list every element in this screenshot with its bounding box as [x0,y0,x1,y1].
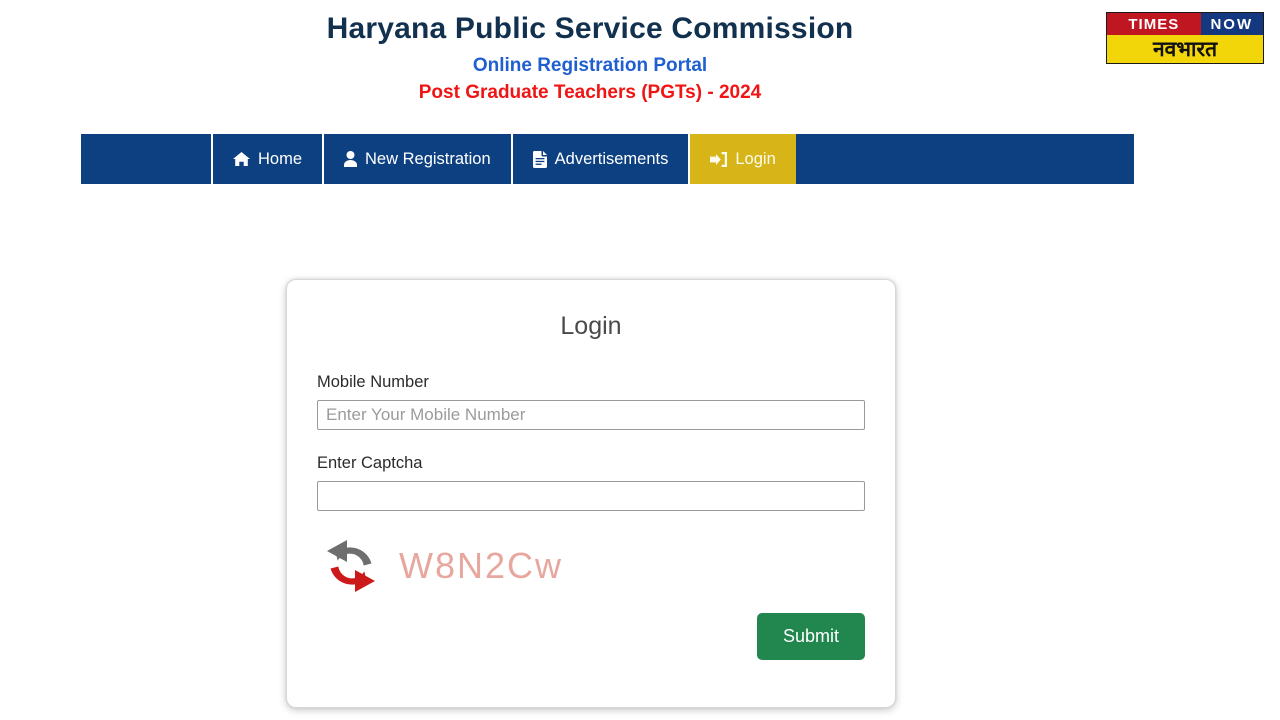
page-title: Haryana Public Service Commission [326,12,854,45]
captcha-code: W8N2Cw [399,545,564,586]
nav-item-home-label: Home [258,149,303,168]
submit-row: Submit [317,613,865,660]
refresh-icon[interactable] [317,538,385,594]
nav-item-home[interactable]: Home [211,134,322,184]
nav-left-spacer [81,134,211,184]
submit-button[interactable]: Submit [756,613,865,660]
mobile-number-input[interactable] [317,400,865,430]
nav-item-advertisements-label: Advertisements [554,149,669,168]
nav-item-login-label: Login [735,149,776,168]
mobile-number-label: Mobile Number [317,373,429,391]
home-icon [233,151,250,167]
page-header: Haryana Public Service Commission Online… [0,0,1280,125]
brand-logo: TIMES NOW नवभारत [1106,12,1264,64]
captcha-field-group: Enter Captcha [317,454,865,511]
brand-times-label: TIMES [1107,13,1201,35]
mobile-number-field-group: Mobile Number [317,373,865,430]
page-root: Haryana Public Service Commission Online… [0,0,1280,720]
nav-item-login[interactable]: Login [688,134,796,184]
captcha-label: Enter Captcha [317,454,423,472]
brand-logo-top: TIMES NOW [1107,13,1263,35]
brand-now-label: NOW [1200,13,1263,35]
captcha-input[interactable] [317,481,865,511]
brand-hindi-label: नवभारत [1107,35,1263,63]
user-icon [344,151,358,167]
captcha-display-row: W8N2Cw [317,537,865,595]
nav-item-new-registration-label: New Registration [365,149,491,168]
page-subtitle: Online Registration Portal [472,54,708,76]
nav-item-advertisements[interactable]: Advertisements [510,134,689,184]
document-icon [532,150,547,168]
header-titles: Haryana Public Service Commission Online… [0,0,1180,107]
main-navigation: Home New Registration Advertisements Log… [81,134,1134,184]
login-card-title: Login [560,312,622,340]
nav-item-new-registration[interactable]: New Registration [322,134,511,184]
page-exam-title: Post Graduate Teachers (PGTs) - 2024 [418,82,762,103]
login-card: Login Mobile Number Enter Captcha W8N2Cw [286,279,896,708]
sign-in-icon [710,151,728,167]
